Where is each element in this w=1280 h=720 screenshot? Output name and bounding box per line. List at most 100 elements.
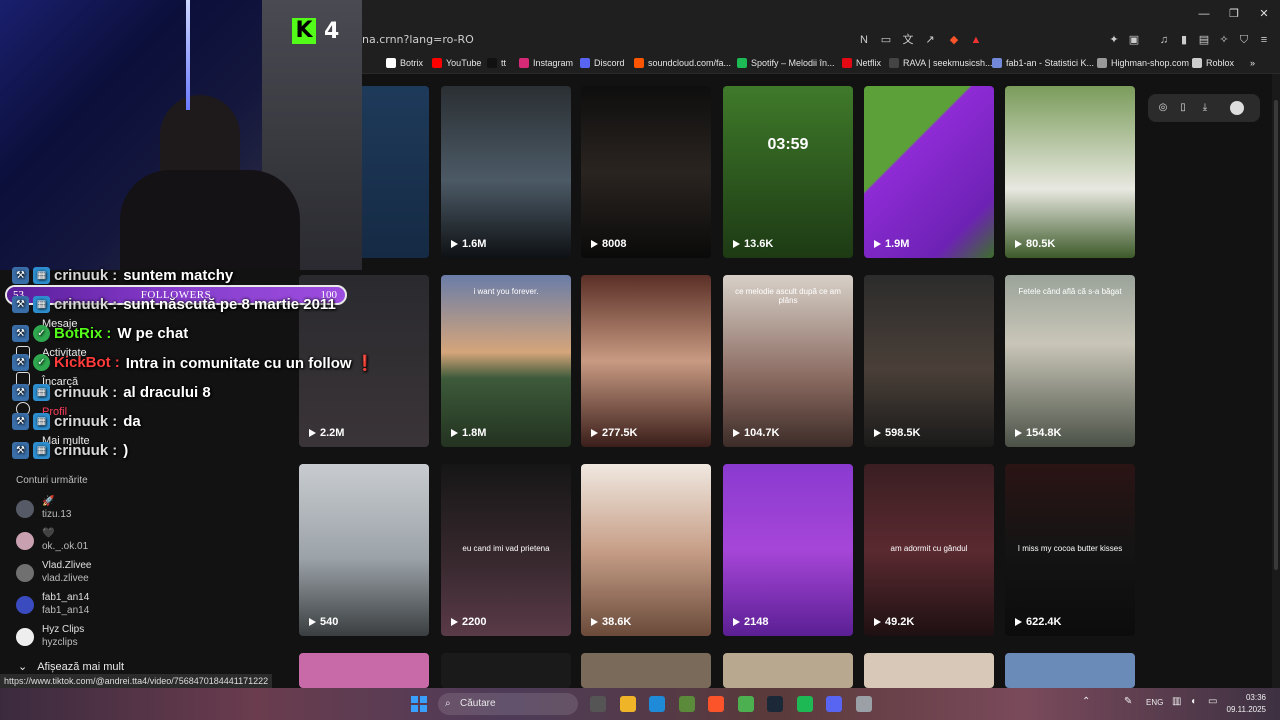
bookmark-item[interactable]: soundcloud.com/fa... <box>634 55 731 71</box>
followed-account[interactable]: Hyz Clips hyzclips <box>16 624 276 654</box>
view-count-label: 8008 <box>602 238 627 250</box>
bookmark-item[interactable]: fab1-an - Statistici K... <box>992 55 1094 71</box>
bookmark-label: RAVA | seekmusicsh... <box>903 58 993 68</box>
tray-chevron-icon[interactable]: ⌃ <box>1082 696 1090 707</box>
kick-badge-icon: ▦ <box>33 413 50 430</box>
url-input[interactable]: na.crnn?lang=ro-RO <box>362 33 474 46</box>
show-more-button[interactable]: ⌄ Afișează mai mult <box>18 660 124 673</box>
video-tile[interactable] <box>723 653 853 688</box>
music-icon[interactable]: ♫ <box>1156 32 1172 48</box>
followed-account[interactable]: 🖤 ok._.ok.01 <box>16 528 276 558</box>
video-tile[interactable]: eu cand imi vad prietena 2200 <box>441 464 571 636</box>
folder-icon[interactable] <box>619 696 636 712</box>
battery-icon[interactable]: ▭ <box>1208 696 1217 707</box>
brave-icon[interactable] <box>708 696 724 712</box>
video-tile[interactable]: Fetele când află că s-a băgat 154.8K <box>1005 275 1135 447</box>
bookmark-favicon-icon <box>487 58 497 68</box>
video-tile[interactable]: i want you forever. 1.8M <box>441 275 571 447</box>
kick-viewer-count: 4 <box>324 18 340 44</box>
chat-separator: : <box>106 325 112 343</box>
video-tile[interactable] <box>1005 653 1135 688</box>
account-handle: fab1_an14 <box>42 605 90 616</box>
network-icon[interactable]: ▥ <box>1172 696 1181 707</box>
video-tile[interactable]: 80.5K <box>1005 86 1135 258</box>
screenshot-icon[interactable]: ▣ <box>1126 32 1142 48</box>
minimize-button[interactable]: — <box>1194 6 1214 22</box>
bookmark-item[interactable]: tt <box>487 55 506 71</box>
discord-icon[interactable] <box>826 696 842 712</box>
sidebar-icon[interactable]: ▮ <box>1176 32 1192 48</box>
video-tile[interactable] <box>581 653 711 688</box>
video-tile[interactable]: 38.6K <box>581 464 711 636</box>
pen-icon[interactable]: ✎ <box>1124 696 1132 707</box>
chrome-icon[interactable] <box>737 696 754 712</box>
windows-start-icon[interactable] <box>411 696 427 712</box>
translate-icon[interactable]: 文 <box>900 32 916 48</box>
verified-badge-icon: ✓ <box>33 354 50 372</box>
bookmark-item[interactable]: Highman-shop.com <box>1097 55 1189 71</box>
scrollbar-thumb[interactable] <box>1274 100 1278 570</box>
vpn-icon[interactable]: ⛉ <box>1236 32 1252 48</box>
video-tile[interactable]: 540 <box>299 464 429 636</box>
bookmark-item[interactable]: YouTube <box>432 55 481 71</box>
menu-icon[interactable]: ≡ <box>1256 32 1272 48</box>
followed-account[interactable]: fab1_an14 fab1_an14 <box>16 592 276 622</box>
wallet-icon[interactable]: ▤ <box>1196 32 1212 48</box>
reader-icon[interactable]: N <box>856 32 872 48</box>
taskbar-search[interactable]: ⌕ Căutare <box>438 693 578 715</box>
video-tile[interactable]: 03:59 13.6K <box>723 86 853 258</box>
spotify-icon[interactable] <box>796 696 813 712</box>
bookmark-item[interactable]: Discord <box>580 55 625 71</box>
video-tile[interactable]: 277.5K <box>581 275 711 447</box>
share-icon[interactable]: ↗ <box>922 32 938 48</box>
view-count-label: 1.6M <box>462 238 487 250</box>
video-tile[interactable]: 1.6M <box>441 86 571 258</box>
volume-icon[interactable]: ◖ <box>1190 696 1196 707</box>
language-indicator[interactable]: ENG <box>1146 698 1163 707</box>
followed-account[interactable]: Vlad.Zlivee vlad.zlivee <box>16 560 276 590</box>
bookmark-item[interactable]: Roblox <box>1192 55 1234 71</box>
bookmark-item[interactable]: Netflix <box>842 55 881 71</box>
video-tile[interactable]: 1.9M <box>864 86 994 258</box>
video-tile[interactable]: 598.5K <box>864 275 994 447</box>
bookmark-item[interactable]: Instagram <box>519 55 573 71</box>
toggle-icon[interactable] <box>1230 101 1244 115</box>
view-count: 13.6K <box>733 238 773 250</box>
followed-account[interactable]: 🚀 tizu.13 <box>16 496 276 526</box>
leo-icon[interactable]: ✧ <box>1216 32 1232 48</box>
video-tile[interactable] <box>441 653 571 688</box>
maximize-button[interactable]: ❐ <box>1224 6 1244 22</box>
bookmark-favicon-icon <box>1192 58 1202 68</box>
view-count-label: 598.5K <box>885 427 921 439</box>
steam-icon[interactable] <box>767 696 783 712</box>
video-tile[interactable]: I miss my cocoa butter kisses 622.4K <box>1005 464 1135 636</box>
brave-shields-icon[interactable]: ◆ <box>946 32 962 48</box>
video-caption: i want you forever. <box>473 287 539 296</box>
bookmarks-overflow-icon[interactable]: » <box>1250 55 1255 71</box>
edge-icon[interactable] <box>649 696 665 712</box>
extensions-icon[interactable]: ✦ <box>1106 32 1122 48</box>
brave-rewards-icon[interactable]: ▲ <box>968 32 984 48</box>
phone-icon[interactable]: ▯ <box>1176 101 1190 115</box>
taskbar-clock[interactable]: 03:36 09.11.2025 <box>1227 692 1266 716</box>
view-count-label: 277.5K <box>602 427 638 439</box>
video-tile[interactable]: ce melodie ascult după ce am plâns 104.7K <box>723 275 853 447</box>
video-tile[interactable]: am adormit cu gândul 49.2K <box>864 464 994 636</box>
video-tile[interactable] <box>299 653 429 688</box>
obs-icon[interactable] <box>590 696 606 712</box>
video-tile[interactable] <box>864 653 994 688</box>
bookmark-item[interactable]: Botrix <box>386 55 423 71</box>
video-tile[interactable]: 2148 <box>723 464 853 636</box>
close-window-button[interactable]: ✕ <box>1254 6 1274 22</box>
speed-icon[interactable]: ◎ <box>1156 101 1170 115</box>
bookmark-label: tt <box>501 58 507 68</box>
settings-icon[interactable] <box>855 696 872 712</box>
cast-icon[interactable]: ▭ <box>878 32 894 48</box>
download-icon[interactable]: ⤓ <box>1198 101 1212 115</box>
bookmark-item[interactable]: RAVA | seekmusicsh... <box>889 55 993 71</box>
bookmark-item[interactable]: Spotify – Melodii în... <box>737 55 835 71</box>
clock-time: 03:36 <box>1245 693 1266 702</box>
video-tile[interactable]: 8008 <box>581 86 711 258</box>
minecraft-icon[interactable] <box>678 696 695 712</box>
chat-username: crinuuk <box>54 442 109 460</box>
